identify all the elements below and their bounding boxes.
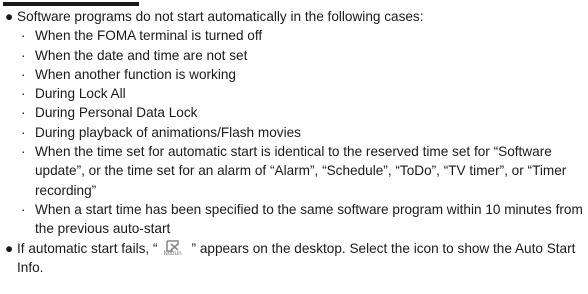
case-text: During Lock All [35,86,126,102]
case-item: · When another function is working [5,65,583,84]
middle-dot-icon: · [21,124,26,140]
intro-text: Software programs do not start automatic… [17,9,424,24]
middle-dot-icon: · [21,28,26,44]
fail-note-before: If automatic start fails, “ [17,240,158,256]
case-text: When the date and time are not set [35,47,248,63]
case-item: · When the date and time are not set [5,46,583,65]
intro-item: ● Software programs do not start automat… [5,7,583,26]
notrun-icon-label: Notrun [163,250,182,257]
case-text: When a start time has been specified to … [35,201,583,237]
case-text: When another function is working [35,66,236,82]
bullet-icon: ● [5,240,14,256]
middle-dot-icon: · [21,66,26,82]
bullet-icon: ● [5,9,14,24]
middle-dot-icon: · [21,105,26,121]
case-item: · When the FOMA terminal is turned off [5,26,583,45]
fail-note-item: ● If automatic start fails, “Notrun” app… [5,239,583,278]
case-text: When the FOMA terminal is turned off [35,28,263,44]
case-text: During playback of animations/Flash movi… [35,124,301,140]
case-item: · During playback of animations/Flash mo… [5,123,583,142]
case-item: · When the time set for automatic start … [5,142,583,200]
case-item: · When a start time has been specified t… [5,200,583,239]
case-item: · During Personal Data Lock [5,103,583,122]
notrun-icon: Notrun [158,239,192,258]
middle-dot-icon: · [21,144,26,160]
section-header-bar [3,2,139,6]
case-item: · During Lock All [5,84,583,103]
case-text: When the time set for automatic start is… [35,144,567,198]
middle-dot-icon: · [21,86,26,102]
case-text: During Personal Data Lock [35,105,198,121]
middle-dot-icon: · [21,201,26,217]
note-content: ● Software programs do not start automat… [5,7,583,277]
middle-dot-icon: · [21,47,26,63]
